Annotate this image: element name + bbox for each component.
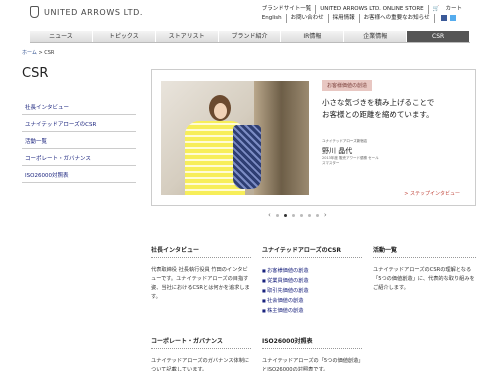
page-title: CSR [22, 66, 49, 81]
staff-store: ユナイテッドアローズ新宿店 [322, 139, 368, 143]
section-csr: ユナイテッドアローズのCSR お客様価値の創造 従業員価値の創造 取引先価値の創… [262, 243, 362, 316]
sidebar-item-activities[interactable]: 活動一覧 [22, 132, 136, 149]
dress [233, 125, 261, 189]
section-activities-title[interactable]: 活動一覧 [373, 243, 476, 258]
utility-links: ブランドサイト一覧 UNITED ARROWS LTD. ONLINE STOR… [258, 5, 470, 23]
list-item[interactable]: お客様価値の創造 [262, 266, 362, 276]
page: UNITED ARROWS LTD. ブランドサイト一覧 UNITED ARRO… [0, 0, 500, 371]
sidebar-item-csr[interactable]: ユナイテッドアローズのCSR [22, 115, 136, 132]
online-store-link[interactable]: UNITED ARROWS LTD. ONLINE STORE [316, 5, 429, 14]
brand-sites-link[interactable]: ブランドサイト一覧 [258, 5, 317, 14]
section-governance: コーポレート・ガバナンス ユナイテッドアローズのガバナンス体制について記載してい… [151, 334, 251, 371]
carousel-dot[interactable] [291, 213, 295, 217]
carousel-dot[interactable] [275, 213, 279, 217]
logo-mark-icon [30, 6, 39, 18]
section-iso-body: ユナイテッドアローズの「5つの価値創造」とISO26000の対照表です。 [262, 358, 361, 371]
sidebar-item-iso[interactable]: ISO26000対照表 [22, 166, 136, 183]
list-item[interactable]: 株主価値の創造 [262, 306, 362, 316]
clothing-rack [254, 81, 309, 195]
section-president: 社長インタビュー 代表取締役 社長執行役員 竹田のインタビューです。ユナイテッド… [151, 243, 251, 302]
nav-store-list[interactable]: ストアリスト [156, 31, 219, 42]
hero-banner[interactable]: お客様価値の創造 小さな気づきを積み上げることで お客様との距離を縮めています。… [151, 69, 476, 206]
carousel-prev-icon[interactable]: ‹ [268, 211, 271, 219]
nav-topics[interactable]: トピックス [93, 31, 156, 42]
section-president-title[interactable]: 社長インタビュー [151, 243, 251, 258]
carousel-dot[interactable] [307, 213, 311, 217]
hero-quote: 小さな気づきを積み上げることで お客様との距離を縮めています。 [322, 97, 434, 121]
carousel-dot[interactable] [315, 213, 319, 217]
facebook-icon[interactable] [440, 14, 447, 21]
nav-news[interactable]: ニュース [30, 31, 93, 42]
hero-quote-line1: 小さな気づきを積み上げることで [322, 98, 435, 107]
carousel-next-icon[interactable]: › [324, 211, 327, 219]
staff-subtitle: 2013年度 販売アワード優勝 セールスマスター [322, 156, 379, 165]
contact-link[interactable]: お問い合わせ [287, 14, 329, 23]
nav-csr[interactable]: CSR [407, 31, 471, 42]
hero-quote-line2: お客様との距離を縮めています。 [322, 110, 434, 119]
breadcrumb-home[interactable]: ホーム [22, 50, 37, 56]
global-nav: ニュース トピックス ストアリスト ブランド紹介 IR情報 企業情報 CSR [30, 31, 471, 43]
sidebar: 社長インタビュー ユナイテッドアローズのCSR 活動一覧 コーポレート・ガバナン… [22, 98, 136, 183]
section-governance-body: ユナイテッドアローズのガバナンス体制について記載しています。 [151, 358, 250, 371]
breadcrumb-current: CSR [44, 50, 55, 56]
carousel-controls: ‹ › [268, 211, 327, 219]
cart-link[interactable]: 🛒 カート [429, 5, 470, 14]
carousel-dot-active[interactable] [283, 213, 287, 217]
nav-brands[interactable]: ブランド紹介 [219, 31, 282, 42]
section-governance-title[interactable]: コーポレート・ガバナンス [151, 334, 251, 349]
logo[interactable]: UNITED ARROWS LTD. [30, 6, 143, 18]
logo-text: UNITED ARROWS LTD. [44, 7, 144, 17]
hero-link[interactable]: > ステップインタビュー [404, 190, 460, 197]
section-iso: ISO26000対照表 ユナイテッドアローズの「5つの価値創造」とISO2600… [262, 334, 362, 371]
english-link[interactable]: English [258, 14, 287, 23]
breadcrumb: ホーム > CSR [22, 49, 54, 56]
twitter-icon[interactable] [450, 14, 457, 21]
sidebar-item-governance[interactable]: コーポレート・ガバナンス [22, 149, 136, 166]
nav-company[interactable]: 企業情報 [344, 31, 408, 42]
staff-face [214, 103, 227, 119]
section-activities-body: ユナイテッドアローズのCSRの理解となる「5つの価値創造」に、代表的な取り組みを… [373, 267, 475, 291]
sidebar-item-president[interactable]: 社長インタビュー [22, 98, 136, 115]
section-csr-title[interactable]: ユナイテッドアローズのCSR [262, 243, 362, 258]
section-activities: 活動一覧 ユナイテッドアローズのCSRの理解となる「5つの価値創造」に、代表的な… [373, 243, 476, 293]
notice-link[interactable]: お客様への重要なお知らせ [360, 14, 435, 23]
csr-value-list: お客様価値の創造 従業員価値の創造 取引先価値の創造 社会価値の創造 株主価値の… [262, 266, 362, 316]
social-icons [435, 14, 461, 23]
section-president-body: 代表取締役 社長執行役員 竹田のインタビューです。ユナイテッドアローズの目指す姿… [151, 267, 250, 300]
list-item[interactable]: 取引先価値の創造 [262, 286, 362, 296]
section-iso-title[interactable]: ISO26000対照表 [262, 334, 362, 349]
list-item[interactable]: 従業員価値の創造 [262, 276, 362, 286]
cart-label: カート [445, 6, 462, 12]
list-item[interactable]: 社会価値の創造 [262, 296, 362, 306]
staff-name: 野川 晶代 [322, 147, 353, 155]
nav-ir[interactable]: IR情報 [281, 31, 345, 42]
carousel-dot[interactable] [299, 213, 303, 217]
hero-tag: お客様価値の創造 [322, 80, 373, 91]
staff-photo [161, 81, 309, 195]
recruit-link[interactable]: 採用情報 [329, 14, 360, 23]
breadcrumb-sep: > [38, 50, 43, 56]
